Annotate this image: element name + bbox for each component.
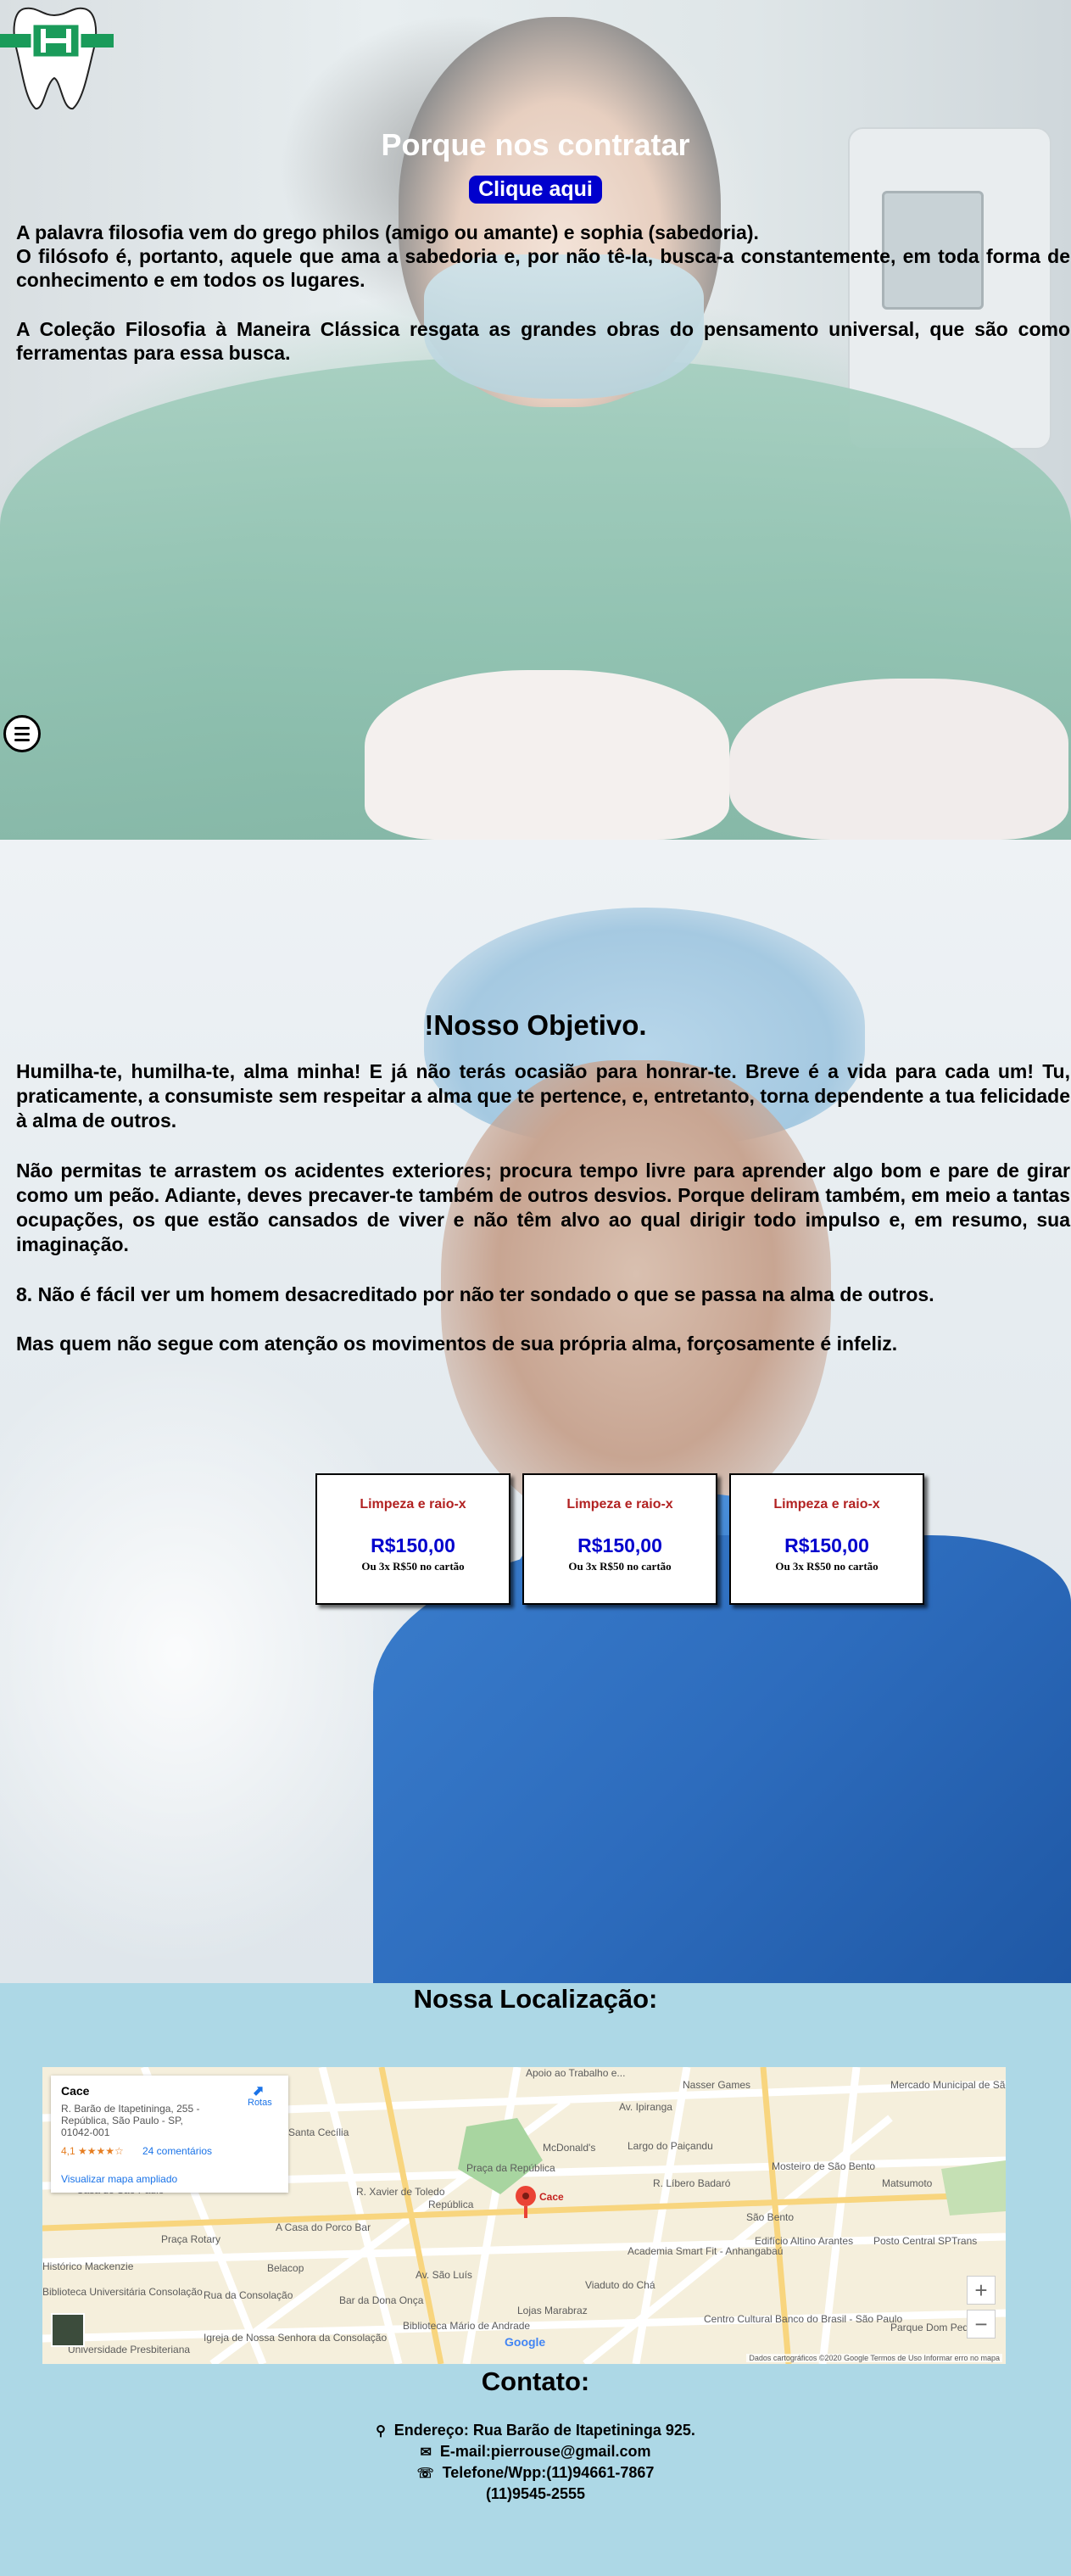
menu-button[interactable] <box>3 715 41 752</box>
contact-phone-2[interactable]: (11)9545-2555 <box>0 2485 1071 2503</box>
envelope-icon: ✉ <box>420 2445 432 2460</box>
map-satellite-toggle[interactable] <box>51 2313 85 2347</box>
objective-paragraph-1: Humilha-te, humilha-te, alma minha! E já… <box>16 1060 1070 1132</box>
map-label: Nasser Games <box>683 2079 751 2091</box>
map-label: Mercado Municipal de São Paulo <box>890 2079 1006 2091</box>
objective-paragraph-3: 8. Não é fácil ver um homem desacreditad… <box>16 1283 934 1305</box>
map-label: Posto Central SPTrans <box>873 2235 978 2247</box>
map-zoom-out-button[interactable]: − <box>967 2310 996 2339</box>
map-label: Biblioteca Universitária Consolação <box>42 2286 203 2298</box>
map-label: Av. Ipiranga <box>619 2101 672 2113</box>
map-label: São Bento <box>746 2211 795 2223</box>
whatsapp-icon: ☏ <box>416 2467 434 2481</box>
location-pin-icon: ⚲ <box>376 2424 386 2439</box>
map-place-rating: 4,1 ★★★★☆ <box>61 2145 124 2157</box>
map-label: Praça da República <box>466 2162 555 2174</box>
map-label: Apoio ao Trabalho e... <box>526 2067 626 2079</box>
price-card-service: Limpeza e raio-x <box>773 1497 880 1512</box>
map-reviews-link[interactable]: 24 comentários <box>142 2145 212 2157</box>
objective-paragraph-4: Mas quem não segue com atenção os movime… <box>16 1333 898 1355</box>
map-zoom-in-button[interactable]: + <box>967 2276 996 2305</box>
map-label: Centro Cultural Banco do Brasil - São Pa… <box>704 2313 903 2325</box>
background-glove-right <box>729 679 1068 840</box>
price-card[interactable]: Limpeza e raio-x R$150,00 Ou 3x R$50 no … <box>315 1473 510 1605</box>
map-place-name: Cace <box>61 2084 90 2098</box>
contact-email-text[interactable]: E-mail:pierrouse@gmail.com <box>440 2443 651 2460</box>
hamburger-icon <box>14 727 30 729</box>
contact-address: ⚲ Endereço: Rua Barão de Itapetininga 925… <box>0 2422 1071 2439</box>
price-card-value: R$150,00 <box>577 1534 662 1556</box>
location-title: Nossa Localização: <box>413 1984 658 2014</box>
contact-phone-text[interactable]: Telefone/Wpp:(11)94661-7867 <box>443 2464 655 2481</box>
price-card[interactable]: Limpeza e raio-x R$150,00 Ou 3x R$50 no … <box>729 1473 924 1605</box>
clinic-logo[interactable] <box>0 0 114 114</box>
map-label: Largo do Paiçandu <box>628 2140 713 2152</box>
map-label: Av. São Luís <box>416 2269 472 2281</box>
map-label: Parque Dom Pedro <box>890 2322 978 2333</box>
price-card-installment: Ou 3x R$50 no cartão <box>361 1560 465 1573</box>
objective-paragraph-2: Não permitas te arrastem os acidentes ex… <box>16 1159 1070 1255</box>
price-card-value: R$150,00 <box>784 1534 869 1556</box>
contact-email[interactable]: ✉ E-mail:pierrouse@gmail.com <box>0 2443 1071 2461</box>
map-label: Matsumoto <box>882 2177 933 2189</box>
map-routes-link[interactable]: Rotas <box>248 2098 272 2108</box>
contact-phone[interactable]: ☏ Telefone/Wpp:(11)94661-7867 <box>0 2464 1071 2482</box>
map-label: Histórico Mackenzie <box>42 2260 134 2272</box>
map-label: República <box>428 2199 474 2210</box>
map-label: Santa Cecília <box>288 2126 349 2138</box>
map-label: Lojas Marabraz <box>517 2305 588 2316</box>
google-logo: Google <box>505 2335 546 2349</box>
hero-paragraph-1-line-1: A palavra filosofia vem do grego philos … <box>16 221 759 243</box>
map-label: A Casa do Porco Bar <box>276 2221 371 2233</box>
map-label: R. Xavier de Toledo <box>356 2186 445 2198</box>
objective-section: !Nosso Objetivo. Humilha-te, humilha-te,… <box>0 840 1071 1983</box>
map-label: Viaduto do Chá <box>585 2279 655 2291</box>
price-card-value: R$150,00 <box>371 1534 455 1556</box>
map-label: Igreja de Nossa Senhora da Consolação <box>204 2332 388 2344</box>
price-card-service: Limpeza e raio-x <box>566 1497 673 1512</box>
map-larger-link[interactable]: Visualizar mapa ampliado <box>61 2173 177 2185</box>
objective-title: !Nosso Objetivo. <box>424 1009 647 1041</box>
hamburger-icon-line <box>14 733 30 735</box>
price-card-service: Limpeza e raio-x <box>360 1497 466 1512</box>
map-place-address: R. Barão de Itapetininga, 255 - Repúblic… <box>61 2103 200 2138</box>
map-place-card: Cace R. Barão de Itapetininga, 255 - Rep… <box>51 2076 288 2193</box>
directions-icon[interactable]: ⬈ <box>253 2082 268 2098</box>
embedded-map[interactable]: Apoio ao Trabalho e... Nasser Games Merc… <box>42 2067 1006 2364</box>
cta-button[interactable]: Clique aqui <box>469 176 602 204</box>
map-label: Biblioteca Mário de Andrade <box>403 2320 531 2332</box>
map-label: R. Líbero Badaró <box>653 2177 731 2189</box>
map-label: Belacop <box>267 2262 304 2274</box>
map-footer[interactable]: Dados cartográficos ©2020 Google Termos … <box>746 2354 1002 2362</box>
map-marker-label[interactable]: Cace <box>539 2191 564 2203</box>
contact-title: Contato: <box>481 2366 590 2396</box>
map-label: Bar da Dona Onça <box>339 2294 424 2306</box>
hero-paragraph-1-line-2: O filósofo é, portanto, aquele que ama a… <box>16 245 1070 291</box>
hamburger-icon-line <box>14 739 30 741</box>
price-card[interactable]: Limpeza e raio-x R$150,00 Ou 3x R$50 no … <box>522 1473 717 1605</box>
price-card-installment: Ou 3x R$50 no cartão <box>775 1560 879 1573</box>
map-label: Rua da Consolação <box>204 2289 293 2301</box>
map-label: Universidade Presbiteriana <box>68 2344 191 2355</box>
hero-title: Porque nos contratar <box>381 127 690 162</box>
map-label: Praça Rotary <box>161 2233 221 2245</box>
hero-paragraph-2: A Coleção Filosofia à Maneira Clássica r… <box>16 318 1070 364</box>
hero-section: Porque nos contratar Clique aqui A palav… <box>0 0 1071 840</box>
tooth-logo-icon <box>0 7 114 109</box>
map-label: Mosteiro de São Bento <box>772 2160 876 2172</box>
contact-address-text: Endereço: Rua Barão de Itapetininga 925. <box>393 2422 695 2439</box>
background-glove-left <box>365 670 729 840</box>
map-label: Academia Smart Fit - Anhangabaú <box>628 2245 784 2257</box>
price-card-installment: Ou 3x R$50 no cartão <box>568 1560 672 1573</box>
map-label: McDonald's <box>543 2142 596 2154</box>
